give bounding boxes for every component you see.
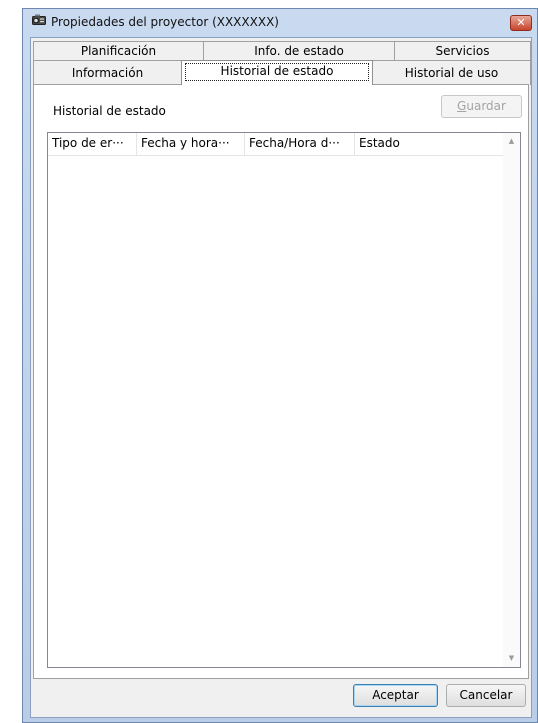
tab-historial-estado[interactable]: Historial de estado	[181, 60, 373, 85]
column-header-estado[interactable]: Estado	[355, 133, 455, 155]
close-icon: ✕	[516, 16, 526, 29]
tab-info-estado[interactable]: Info. de estado	[203, 41, 395, 60]
list-header: Tipo de er··· Fecha y hora··· Fecha/Hora…	[48, 133, 503, 156]
tab-panel: Historial de estado Guardar Tipo de er··…	[33, 84, 529, 679]
scroll-up-icon[interactable]: ▲	[503, 133, 520, 150]
column-header-tipo-error[interactable]: Tipo de er···	[48, 133, 137, 155]
save-mnemonic: G	[457, 99, 467, 113]
cancel-label: Cancelar	[459, 688, 513, 702]
tab-focus-rect	[185, 63, 369, 81]
tab-label: Información	[71, 66, 144, 80]
title-bar[interactable]: Propiedades del proyector (XXXXXXX) ✕	[23, 9, 537, 35]
cancel-button[interactable]: Cancelar	[446, 684, 526, 707]
tab-label: Historial de uso	[404, 66, 499, 80]
column-header-label: Tipo de er···	[52, 136, 124, 150]
save-label-rest: uardar	[466, 99, 506, 113]
tab-servicios[interactable]: Servicios	[394, 41, 531, 60]
tab-label: Info. de estado	[254, 44, 344, 58]
properties-window: Propiedades del proyector (XXXXXXX) ✕ Pl…	[22, 8, 538, 723]
tab-historial-uso[interactable]: Historial de uso	[372, 60, 531, 85]
section-title: Historial de estado	[53, 104, 166, 118]
column-header-label: Estado	[359, 136, 400, 150]
tab-planificacion[interactable]: Planificación	[33, 41, 204, 60]
scroll-down-icon[interactable]: ▼	[503, 650, 520, 667]
status-history-list[interactable]: Tipo de er··· Fecha y hora··· Fecha/Hora…	[47, 132, 521, 668]
tab-label: Planificación	[80, 44, 157, 58]
save-button[interactable]: Guardar	[441, 95, 522, 118]
tab-informacion[interactable]: Información	[33, 60, 182, 85]
column-header-label: Fecha y hora···	[141, 136, 230, 150]
tab-label: Servicios	[435, 44, 490, 58]
accept-label: Aceptar	[372, 688, 419, 702]
projector-icon	[32, 14, 46, 25]
close-button[interactable]: ✕	[510, 15, 532, 31]
vertical-scrollbar[interactable]: ▲ ▼	[503, 133, 520, 667]
window-title: Propiedades del proyector (XXXXXXX)	[51, 15, 279, 29]
dialog-client-area: Planificación Info. de estado Servicios …	[30, 37, 532, 718]
column-header-fecha-hora-d[interactable]: Fecha/Hora d···	[245, 133, 355, 155]
column-header-label: Fecha/Hora d···	[249, 136, 340, 150]
column-header-fecha-hora[interactable]: Fecha y hora···	[137, 133, 245, 155]
accept-button[interactable]: Aceptar	[353, 684, 438, 707]
